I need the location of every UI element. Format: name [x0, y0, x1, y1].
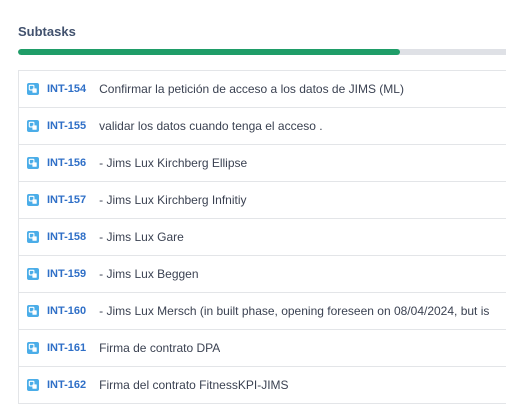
subtask-icon	[27, 157, 39, 169]
subtask-summary[interactable]: Firma del contrato FitnessKPI-JIMS	[99, 378, 288, 392]
subtask-icon	[27, 231, 39, 243]
subtask-summary[interactable]: Confirmar la petición de acceso a los da…	[99, 82, 404, 96]
subtask-summary[interactable]: - Jims Lux Beggen	[99, 267, 198, 281]
subtask-key[interactable]: INT-161	[47, 342, 86, 354]
subtask-summary[interactable]: - Jims Lux Kirchberg Ellipse	[99, 156, 247, 170]
subtasks-progress-fill	[18, 49, 400, 55]
subtask-icon	[27, 268, 39, 280]
subtasks-progress-bar	[18, 49, 506, 55]
subtask-key[interactable]: INT-156	[47, 157, 86, 169]
subtask-row[interactable]: INT-158 - Jims Lux Gare	[19, 219, 506, 256]
subtask-icon	[27, 120, 39, 132]
subtask-summary[interactable]: validar los datos cuando tenga el acceso…	[99, 119, 322, 133]
subtask-key[interactable]: INT-155	[47, 120, 86, 132]
subtasks-heading: Subtasks	[18, 24, 76, 39]
subtask-icon	[27, 194, 39, 206]
subtask-row[interactable]: INT-154 Confirmar la petición de acceso …	[19, 71, 506, 108]
subtask-summary[interactable]: Firma de contrato DPA	[99, 341, 220, 355]
subtask-row[interactable]: INT-162 Firma del contrato FitnessKPI-JI…	[19, 367, 506, 404]
subtask-row[interactable]: INT-155 validar los datos cuando tenga e…	[19, 108, 506, 145]
subtask-key[interactable]: INT-159	[47, 268, 86, 280]
subtask-key[interactable]: INT-162	[47, 379, 86, 391]
subtask-summary[interactable]: - Jims Lux Mersch (in built phase, openi…	[99, 304, 489, 318]
subtask-row[interactable]: INT-161 Firma de contrato DPA	[19, 330, 506, 367]
subtask-icon	[27, 379, 39, 391]
subtask-summary[interactable]: - Jims Lux Gare	[99, 230, 184, 244]
subtask-icon	[27, 305, 39, 317]
subtask-key[interactable]: INT-158	[47, 231, 86, 243]
subtask-row[interactable]: INT-157 - Jims Lux Kirchberg Infnitiy	[19, 182, 506, 219]
subtask-row[interactable]: INT-156 - Jims Lux Kirchberg Ellipse	[19, 145, 506, 182]
subtask-row[interactable]: INT-159 - Jims Lux Beggen	[19, 256, 506, 293]
subtask-key[interactable]: INT-154	[47, 83, 86, 95]
subtask-summary[interactable]: - Jims Lux Kirchberg Infnitiy	[99, 193, 246, 207]
subtask-row[interactable]: INT-160 - Jims Lux Mersch (in built phas…	[19, 293, 506, 330]
subtask-list: INT-154 Confirmar la petición de acceso …	[18, 70, 506, 404]
subtask-icon	[27, 342, 39, 354]
subtask-icon	[27, 83, 39, 95]
subtask-key[interactable]: INT-157	[47, 194, 86, 206]
subtask-key[interactable]: INT-160	[47, 305, 86, 317]
